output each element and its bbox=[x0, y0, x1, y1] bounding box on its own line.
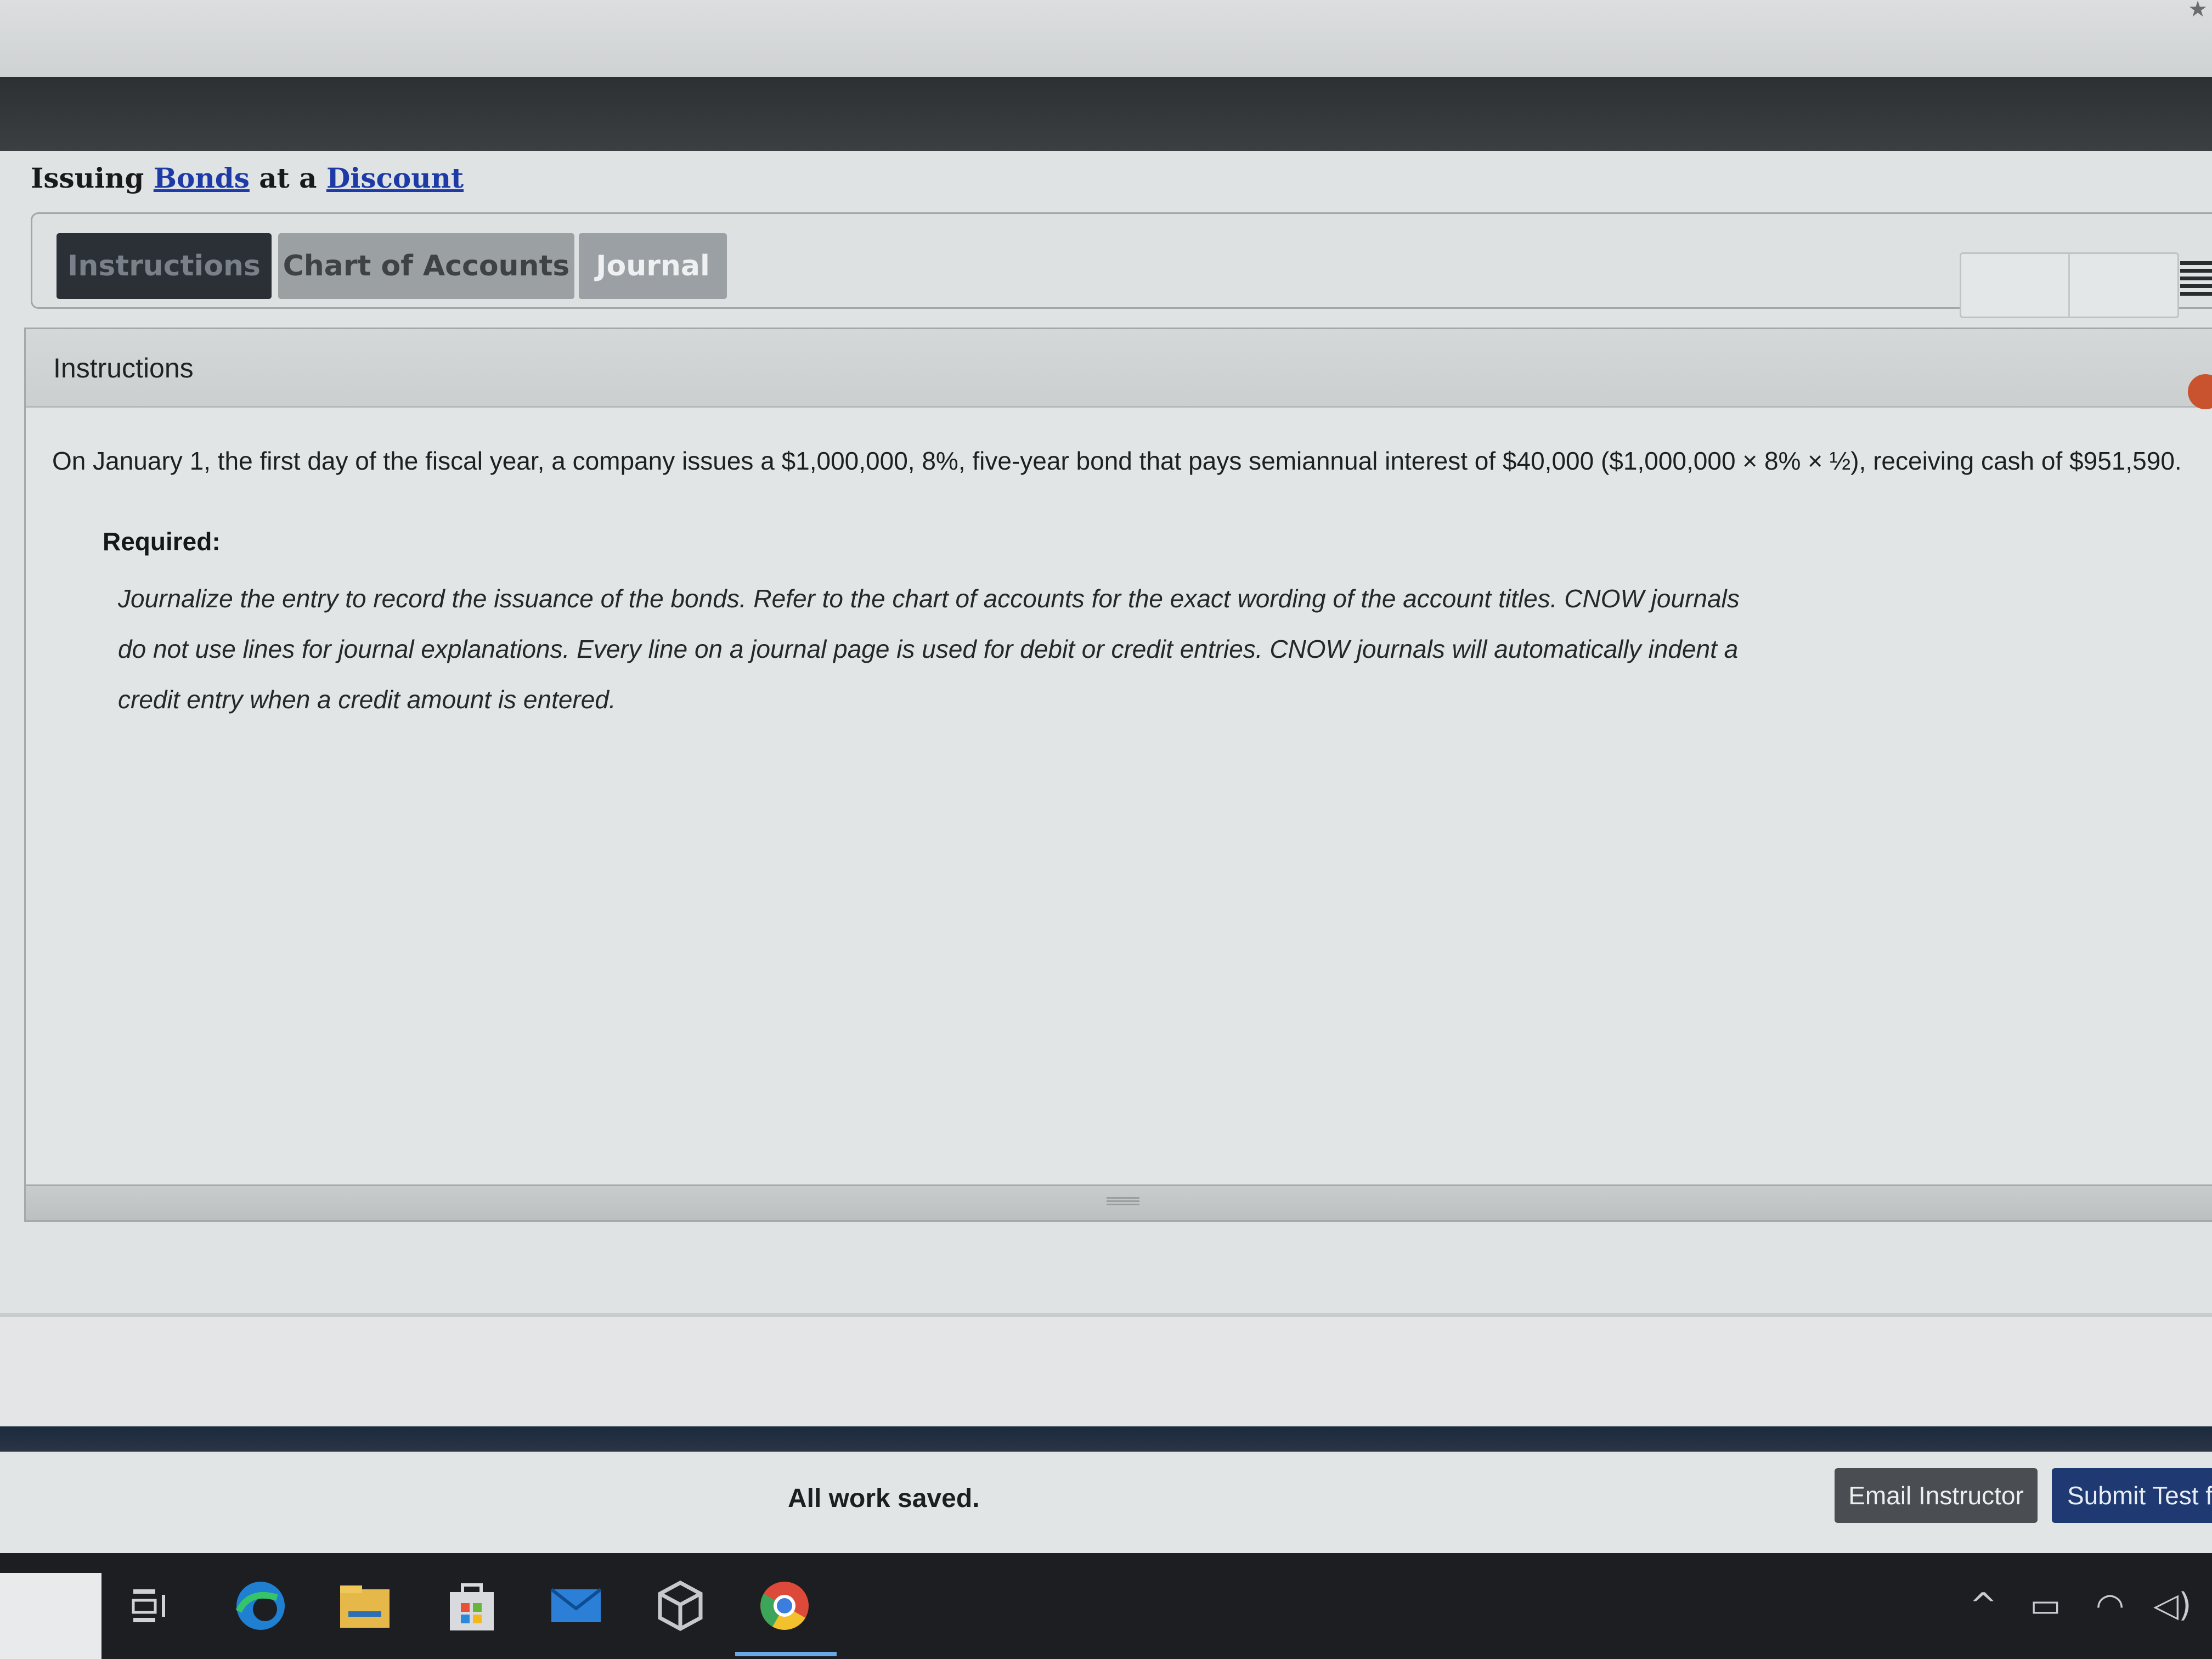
panel-resize-bar[interactable] bbox=[26, 1184, 2212, 1220]
panel-title: Instructions bbox=[53, 353, 194, 383]
tool-buttons[interactable] bbox=[1960, 252, 2179, 318]
submit-test-button[interactable]: Submit Test f bbox=[2052, 1468, 2212, 1523]
footer-band bbox=[0, 1426, 2212, 1452]
content-divider bbox=[0, 1313, 2212, 1317]
discount-link[interactable]: Discount bbox=[326, 162, 464, 194]
required-directions: Journalize the entry to record the issua… bbox=[118, 584, 1740, 714]
tab-bar: Instructions Chart of Accounts Journal bbox=[31, 212, 2212, 318]
email-instructor-button[interactable]: Email Instructor bbox=[1835, 1468, 2038, 1523]
page-title: Issuing Bonds at a Discount bbox=[31, 162, 464, 194]
tool-divider bbox=[2068, 254, 2070, 317]
active-app-indicator bbox=[735, 1652, 837, 1656]
file-explorer-icon[interactable] bbox=[332, 1573, 398, 1639]
title-prefix: Issuing bbox=[31, 162, 154, 194]
close-icon[interactable] bbox=[2188, 374, 2212, 409]
menu-icon[interactable] bbox=[2180, 261, 2212, 296]
problem-statement: On January 1, the first day of the fisca… bbox=[52, 447, 2182, 475]
page-content: Issuing Bonds at a Discount Instructions… bbox=[0, 151, 2212, 1317]
tab-instructions[interactable]: Instructions bbox=[57, 233, 272, 299]
tab-journal[interactable]: Journal bbox=[579, 233, 727, 299]
footer: All work saved. Email Instructor Submit … bbox=[0, 1452, 2212, 1553]
resize-grip-icon[interactable] bbox=[1107, 1197, 1139, 1206]
chrome-icon[interactable] bbox=[752, 1573, 817, 1639]
bonds-link[interactable]: Bonds bbox=[154, 162, 250, 194]
taskbar-search[interactable] bbox=[0, 1573, 101, 1659]
chevron-up-icon[interactable]: ^ bbox=[1970, 1586, 1997, 1624]
bookmark-star-icon[interactable]: ★ bbox=[2188, 0, 2208, 22]
save-status: All work saved. bbox=[788, 1484, 980, 1513]
tab-chart-of-accounts[interactable]: Chart of Accounts bbox=[278, 233, 574, 299]
wifi-icon[interactable]: ◠ bbox=[2096, 1586, 2124, 1624]
volume-icon[interactable]: ◁) bbox=[2153, 1586, 2192, 1624]
app-header-band bbox=[0, 77, 2212, 151]
cube-app-icon[interactable] bbox=[647, 1573, 713, 1639]
battery-icon[interactable]: ▭ bbox=[2030, 1586, 2061, 1624]
title-middle: at a bbox=[249, 162, 326, 194]
browser-top-strip: ★ bbox=[0, 0, 2212, 79]
windows-taskbar: ^ ▭ ◠ ◁) bbox=[0, 1553, 2212, 1659]
mail-icon[interactable] bbox=[543, 1573, 609, 1639]
store-icon[interactable] bbox=[439, 1573, 505, 1639]
required-label: Required: bbox=[103, 527, 221, 556]
instructions-panel: Instructions On January 1, the first day… bbox=[24, 328, 2212, 1222]
task-view-icon[interactable] bbox=[118, 1573, 184, 1639]
edge-icon[interactable] bbox=[228, 1573, 294, 1639]
panel-header: Instructions bbox=[26, 329, 2212, 409]
